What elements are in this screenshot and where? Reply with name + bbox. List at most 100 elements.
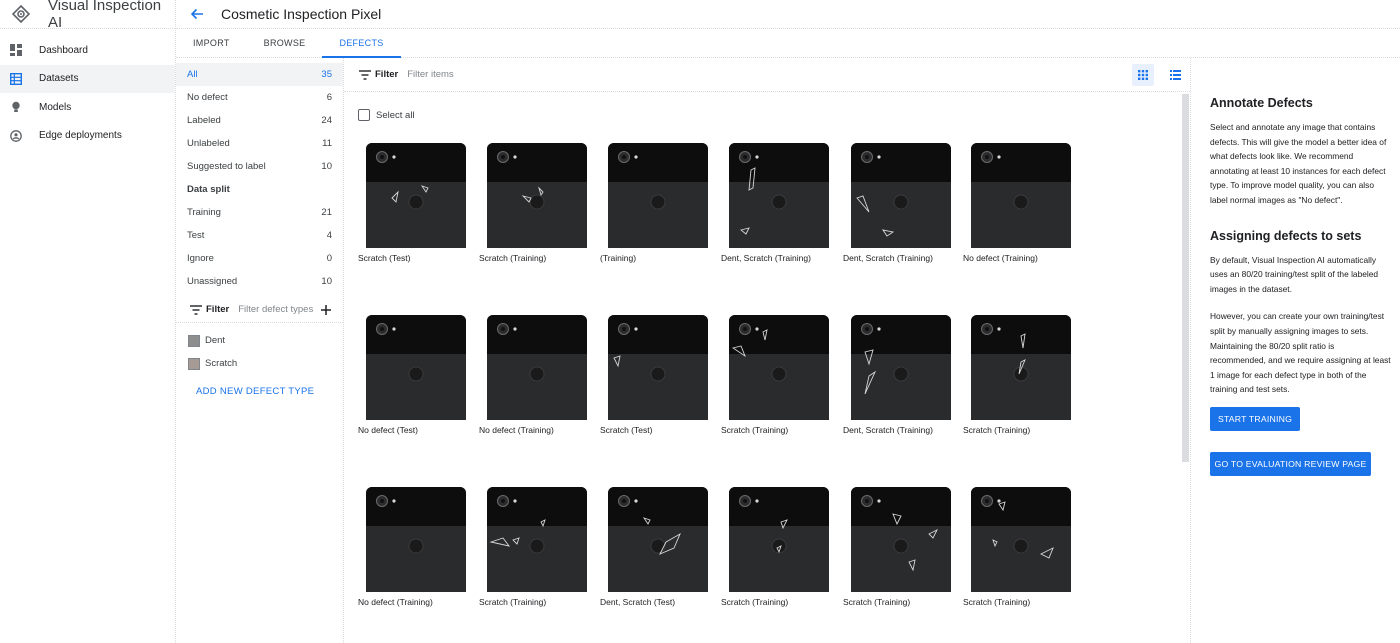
phone-thumbnail (366, 487, 466, 592)
dent-swatch (188, 334, 200, 347)
image-card-label: No defect (Training) (479, 425, 554, 435)
filter-row-count: 24 (321, 115, 332, 126)
image-card[interactable]: Scratch (Training) (843, 484, 953, 607)
image-card-label: Dent, Scratch (Training) (843, 425, 933, 435)
image-card-label: Scratch (Training) (963, 425, 1031, 435)
tab-bar: IMPORT BROWSE DEFECTS (176, 29, 1400, 58)
image-grid-area: Filter Filter items Select all Scratch (… (344, 58, 1190, 643)
data-split-heading: Data split (187, 184, 230, 195)
filter-row-label: Unlabeled (187, 138, 230, 149)
filter-row-labeled[interactable]: Labeled 24 (176, 109, 343, 132)
filter-row-label: Unassigned (187, 276, 238, 287)
phone-thumbnail (729, 487, 829, 592)
image-card[interactable]: Scratch (Test) (358, 140, 468, 263)
image-card[interactable]: (Training) (600, 140, 710, 263)
filter-row-label: Training (187, 207, 221, 218)
annotate-defects-text: Select and annotate any image that conta… (1210, 122, 1387, 205)
tab-defects[interactable]: DEFECTS (322, 29, 401, 58)
image-card[interactable]: Dent, Scratch (Test) (600, 484, 710, 607)
list-view-icon[interactable] (1164, 64, 1186, 86)
filter-items-input[interactable]: Filter items (407, 69, 453, 80)
tab-import[interactable]: IMPORT (176, 29, 247, 57)
annotate-defects-heading: Annotate Defects (1210, 96, 1313, 110)
filter-row-all[interactable]: All 35 (176, 63, 343, 86)
add-new-defect-type-button[interactable]: ADD NEW DEFECT TYPE (176, 381, 343, 401)
filter-row-ignore[interactable]: Ignore 0 (176, 247, 343, 270)
phone-thumbnail (851, 487, 951, 592)
add-icon[interactable] (320, 304, 332, 316)
filter-row-unlabeled[interactable]: Unlabeled 11 (176, 132, 343, 155)
defect-type-filter: Filter Filter defect types (176, 297, 343, 323)
image-card[interactable]: Scratch (Training) (963, 312, 1073, 435)
grid-view-icon[interactable] (1132, 64, 1154, 86)
image-card[interactable]: Scratch (Test) (600, 312, 710, 435)
defect-type-dent[interactable]: Dent (176, 329, 343, 352)
filter-row-no-defect[interactable]: No defect 6 (176, 86, 343, 109)
image-card[interactable]: Scratch (Training) (721, 484, 831, 607)
left-nav: Visual Inspection AI Dashboard Datasets … (0, 0, 176, 643)
image-card-label: Scratch (Training) (721, 597, 789, 607)
filter-row-unassigned[interactable]: Unassigned 10 (176, 270, 343, 293)
filter-row-label: Labeled (187, 115, 221, 126)
filter-row-suggested[interactable]: Suggested to label 10 (176, 155, 343, 178)
image-card[interactable]: Scratch (Training) (963, 484, 1073, 607)
assigning-defects-heading: Assigning defects to sets (1210, 228, 1362, 243)
arrow-back-icon[interactable] (188, 5, 206, 23)
select-all: Select all (358, 109, 415, 121)
image-card[interactable]: Dent, Scratch (Training) (721, 140, 831, 263)
defect-type-scratch[interactable]: Scratch (176, 352, 343, 375)
grid-toolbar: Filter Filter items (344, 58, 1190, 92)
filter-panel: All 35 No defect 6 Labeled 24 Unlabeled … (176, 58, 344, 643)
nav-item-datasets[interactable]: Datasets (0, 64, 175, 93)
image-card-label: Scratch (Training) (963, 597, 1031, 607)
phone-thumbnail (487, 487, 587, 592)
dashboard-icon (10, 44, 22, 57)
phone-thumbnail (971, 143, 1071, 248)
filter-row-label: Ignore (187, 253, 214, 264)
custom-split-text: However, you can create your own trainin… (1210, 311, 1391, 395)
nav-item-edge-deployments[interactable]: Edge deployments (0, 122, 175, 151)
tab-browse[interactable]: BROWSE (247, 29, 323, 57)
image-card[interactable]: Dent, Scratch (Training) (843, 312, 953, 435)
image-card-label: No defect (Training) (358, 597, 433, 607)
filter-row-count: 21 (321, 207, 332, 218)
image-card-label: Scratch (Training) (721, 425, 789, 435)
phone-thumbnail (366, 315, 466, 420)
start-training-button[interactable]: START TRAINING (1210, 406, 1300, 431)
nav-item-label: Datasets (39, 73, 79, 85)
filter-row-training[interactable]: Training 21 (176, 201, 343, 224)
grid-scrollbar[interactable] (1182, 94, 1189, 462)
nav-item-models[interactable]: Models (0, 93, 175, 122)
evaluation-review-button[interactable]: GO TO EVALUATION REVIEW PAGE (1210, 451, 1371, 476)
filter-row-test[interactable]: Test 4 (176, 224, 343, 247)
image-card[interactable]: No defect (Test) (358, 312, 468, 435)
image-card[interactable]: Scratch (Training) (721, 312, 831, 435)
phone-thumbnail (487, 315, 587, 420)
image-card[interactable]: Scratch (Training) (479, 484, 589, 607)
nav-item-label: Edge deployments (39, 130, 122, 142)
phone-thumbnail (971, 487, 1071, 592)
nav-item-dashboard[interactable]: Dashboard (0, 36, 175, 65)
image-card[interactable]: No defect (Training) (479, 312, 589, 435)
app-title: Visual Inspection AI (48, 0, 162, 31)
filter-label: Filter (375, 69, 399, 80)
image-card[interactable]: No defect (Training) (358, 484, 468, 607)
phone-thumbnail (608, 143, 708, 248)
select-all-checkbox[interactable] (358, 109, 370, 121)
filter-row-count: 11 (322, 138, 332, 149)
image-card-label: Dent, Scratch (Test) (600, 597, 676, 607)
filter-row-label: Test (187, 230, 205, 241)
image-card[interactable]: Dent, Scratch (Training) (843, 140, 953, 263)
filter-list-icon (190, 304, 202, 315)
page-header: Cosmetic Inspection Pixel (176, 0, 1400, 29)
filter-row-count: 0 (326, 253, 332, 264)
visual-inspection-logo-icon (12, 5, 30, 23)
image-card-label: No defect (Training) (963, 253, 1038, 263)
filter-row-label: All (187, 69, 198, 80)
phone-thumbnail (487, 143, 587, 248)
image-card[interactable]: Scratch (Training) (479, 140, 589, 263)
select-all-label: Select all (376, 109, 415, 121)
phone-thumbnail (608, 315, 708, 420)
image-card[interactable]: No defect (Training) (963, 140, 1073, 263)
defect-type-filter-input[interactable]: Filter defect types (238, 304, 320, 315)
